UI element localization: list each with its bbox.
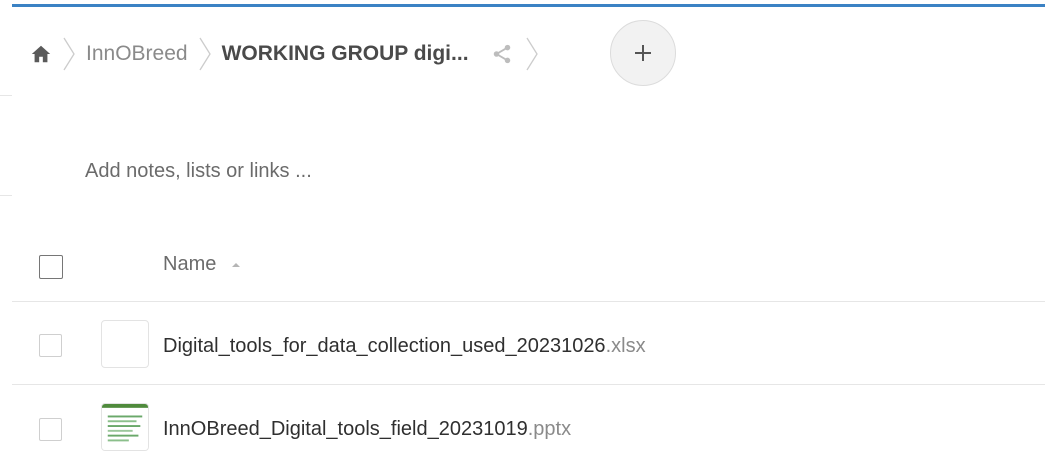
column-header-name-label: Name [163, 253, 217, 275]
rich-workspace-notes[interactable]: Add notes, lists or links ... [85, 160, 312, 183]
home-icon[interactable] [30, 43, 52, 65]
file-basename: InnOBreed_Digital_tools_field_20231019 [163, 418, 528, 440]
row-checkbox[interactable] [39, 334, 62, 357]
plus-icon [635, 45, 651, 61]
share-icon[interactable] [469, 43, 515, 65]
files-app-page: InnOBreed WORKING GROUP digi... Add note… [0, 0, 1045, 465]
row-checkbox[interactable] [39, 418, 62, 441]
left-edge-divider [0, 195, 12, 196]
left-edge-divider [0, 95, 12, 96]
row-divider [12, 384, 1045, 385]
blank-document-thumbnail[interactable] [101, 320, 149, 368]
breadcrumb-item-innobreed[interactable]: InnOBreed [86, 42, 188, 66]
breadcrumb-item-current-folder[interactable]: WORKING GROUP digi... [222, 42, 469, 66]
file-extension: .xlsx [605, 335, 646, 357]
header-divider [12, 301, 1045, 302]
column-header-name[interactable]: Name [163, 253, 242, 276]
add-new-button[interactable] [610, 20, 676, 86]
top-accent-bar [12, 4, 1045, 7]
breadcrumb-separator-icon [188, 34, 222, 74]
breadcrumb-separator-icon [515, 34, 549, 74]
sort-ascending-icon [232, 262, 241, 267]
presentation-thumbnail[interactable] [101, 403, 149, 451]
select-all-checkbox[interactable] [39, 255, 63, 279]
breadcrumb: InnOBreed WORKING GROUP digi... [30, 26, 549, 82]
breadcrumb-separator-icon [52, 34, 86, 74]
file-extension: .pptx [527, 418, 572, 440]
file-name-link[interactable]: InnOBreed_Digital_tools_field_20231019.p… [163, 418, 571, 441]
file-name-link[interactable]: Digital_tools_for_data_collection_used_2… [163, 335, 646, 358]
file-basename: Digital_tools_for_data_collection_used_2… [163, 335, 606, 357]
